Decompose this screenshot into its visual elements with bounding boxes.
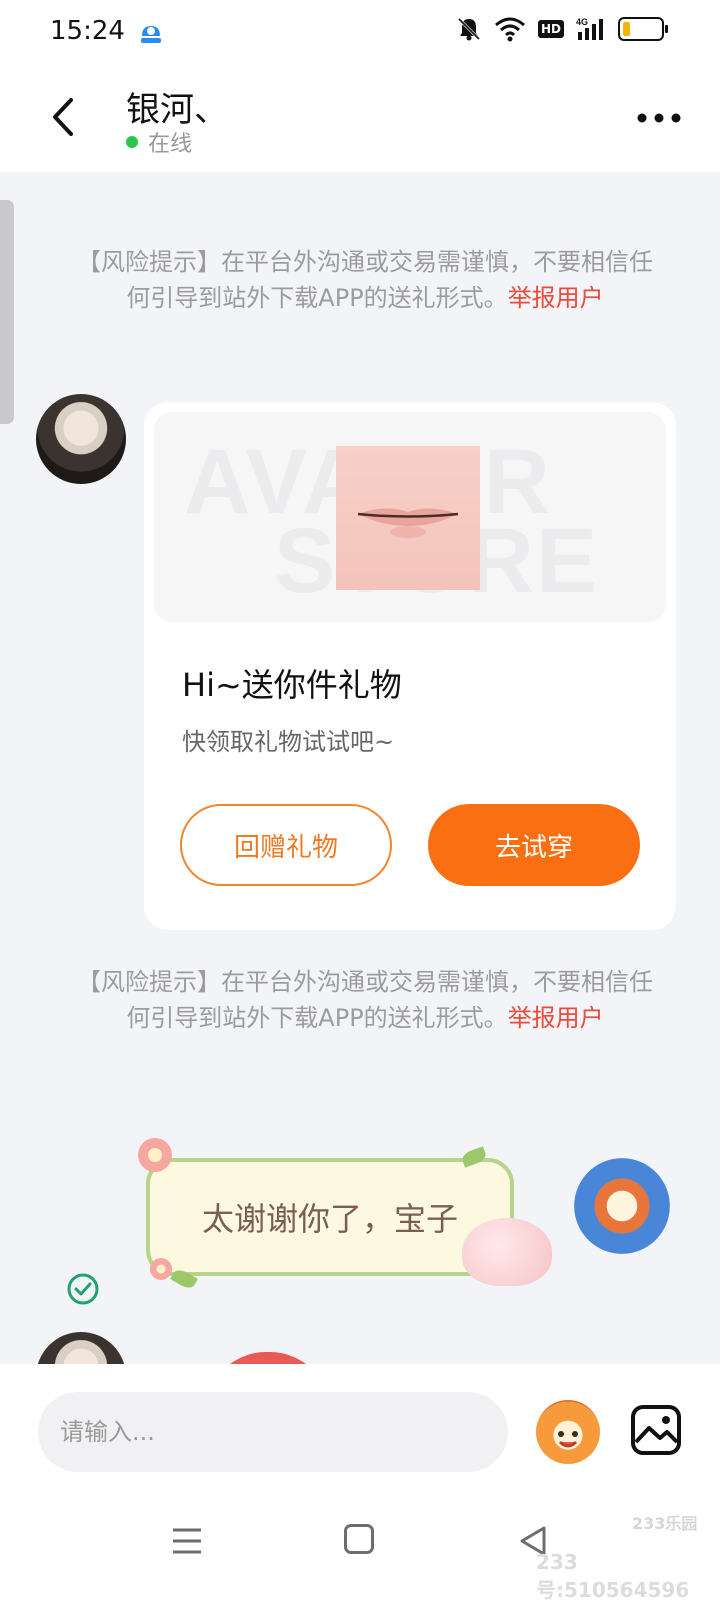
- message-input-bar: [0, 1364, 720, 1490]
- mute-bell-icon: [457, 17, 481, 41]
- status-bar: 15:24 HD 4G: [0, 0, 720, 64]
- menu-icon[interactable]: [170, 1524, 204, 1558]
- home-square-icon[interactable]: [344, 1524, 374, 1554]
- chat-header: 银河、 在线: [0, 64, 720, 172]
- risk-notice: 【风险提示】在平台外沟通或交易需谨慎，不要相信任何引导到站外下载APP的送礼形式…: [70, 244, 660, 316]
- hd-badge: HD: [537, 20, 564, 38]
- sent-message-bubble[interactable]: 太谢谢你了，宝子: [146, 1158, 514, 1276]
- battery-level: [623, 22, 631, 36]
- flower-decoration-icon: [138, 1138, 172, 1172]
- scroll-indicator[interactable]: [0, 200, 14, 424]
- online-status-label: 在线: [148, 132, 193, 157]
- message-input[interactable]: [38, 1392, 508, 1472]
- status-time: 15:24: [50, 16, 125, 46]
- lips-icon: [357, 508, 459, 538]
- watermark-id: 233号:510564596: [536, 1550, 690, 1600]
- gift-title: Hi~送你件礼物: [182, 666, 402, 704]
- report-user-link[interactable]: 举报用户: [508, 284, 604, 312]
- bunny-mascot-icon: [462, 1218, 552, 1286]
- system-nav-bar: 233乐园 233号:510564596: [0, 1490, 720, 1600]
- status-icons: HD 4G: [456, 16, 668, 42]
- svg-text:4G: 4G: [576, 17, 588, 27]
- image-icon[interactable]: [630, 1404, 682, 1456]
- emoji-mascot-icon[interactable]: [536, 1400, 600, 1464]
- return-gift-button[interactable]: 回赠礼物: [180, 804, 392, 886]
- check-circle-icon: [67, 1273, 99, 1305]
- contact-avatar[interactable]: [36, 394, 126, 484]
- gift-item-image[interactable]: [336, 446, 480, 590]
- online-status-dot: [126, 136, 138, 148]
- sent-message-text: 太谢谢你了，宝子: [201, 1200, 458, 1238]
- cloud-app-icon: [141, 26, 161, 43]
- my-avatar[interactable]: [574, 1158, 670, 1254]
- battery-icon: [618, 17, 668, 41]
- risk-notice: 【风险提示】在平台外沟通或交易需谨慎，不要相信任何引导到站外下载APP的送礼形式…: [70, 964, 660, 1036]
- chevron-left-icon: [53, 98, 73, 136]
- try-on-button[interactable]: 去试穿: [428, 804, 640, 886]
- contact-name[interactable]: 银河、: [126, 82, 228, 131]
- back-button[interactable]: [38, 92, 88, 142]
- more-dots-icon: [637, 113, 681, 123]
- wifi-icon: [495, 17, 525, 42]
- gift-subtitle: 快领取礼物试试吧~: [182, 728, 395, 756]
- more-button[interactable]: [634, 100, 684, 136]
- flower-decoration-icon: [150, 1258, 172, 1280]
- emoji-face: [558, 1431, 578, 1448]
- report-user-link[interactable]: 举报用户: [508, 1004, 604, 1032]
- cellular-4g-icon: 4G: [576, 17, 603, 40]
- gift-card: AVATAR STORE Hi~送你件礼物 快领取礼物试试吧~ 回赠礼物 去试穿: [144, 402, 676, 930]
- gift-banner: AVATAR STORE: [154, 412, 666, 622]
- watermark-logo: 233乐园: [632, 1514, 698, 1533]
